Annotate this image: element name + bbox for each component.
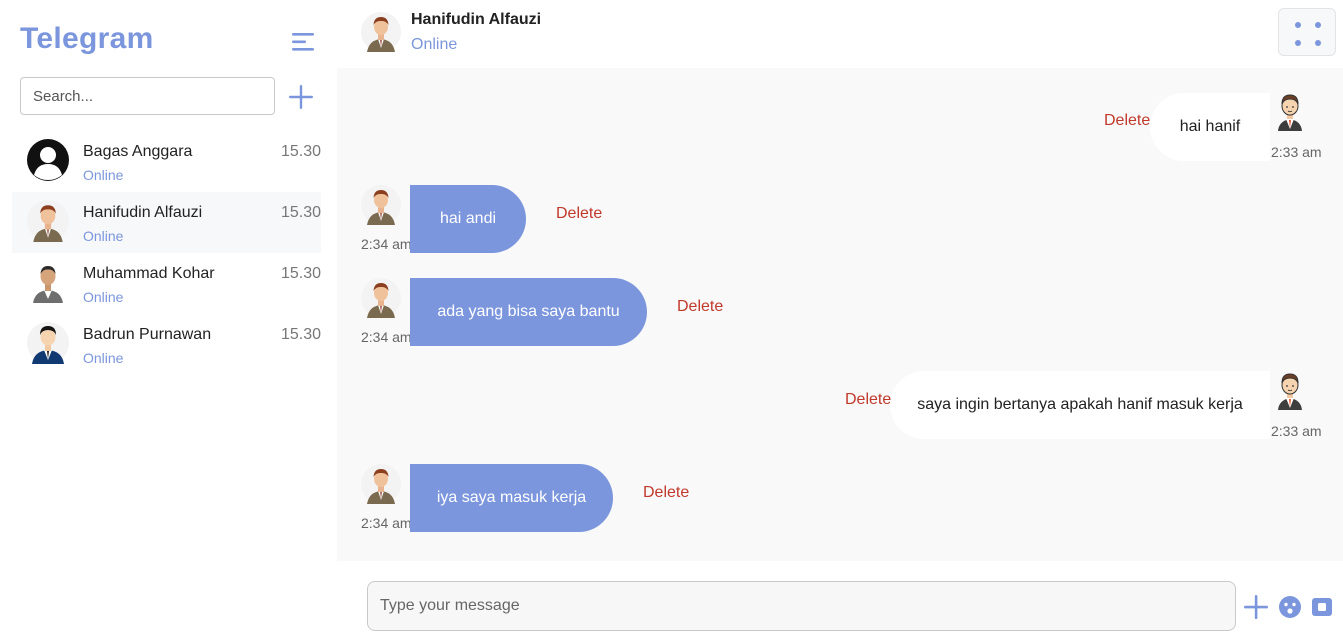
emoji-icon[interactable]: [1278, 595, 1302, 619]
sender-avatar: [1270, 91, 1310, 131]
man-avatar: [27, 261, 69, 303]
message-input[interactable]: [367, 581, 1236, 631]
man-blue-suit-avatar: [27, 322, 69, 364]
sender-avatar: [1270, 370, 1310, 410]
contact-time: 15.30: [280, 265, 321, 282]
camera-icon[interactable]: [1310, 595, 1334, 619]
contact-name: Hanifudin Alfauzi: [83, 204, 203, 221]
add-chat-plus-icon[interactable]: [288, 84, 314, 110]
contact-item[interactable]: Bagas Anggara Online 15.30: [12, 131, 321, 192]
contact-name: Badrun Purnawan: [83, 326, 212, 343]
incoming-message-bubble: hai andi: [410, 185, 526, 253]
incoming-message-bubble: ada yang bisa saya bantu: [410, 278, 647, 346]
delete-message-link[interactable]: Delete: [1104, 112, 1150, 130]
contact-time: 15.30: [280, 143, 321, 160]
search-input[interactable]: [20, 77, 275, 115]
outgoing-message-bubble: saya ingin bertanya apakah hanif masuk k…: [890, 371, 1270, 439]
default-user-icon: [27, 139, 69, 181]
contact-item[interactable]: Hanifudin Alfauzi Online 15.30: [12, 192, 321, 253]
delete-message-link[interactable]: Delete: [677, 298, 723, 316]
sender-avatar: [361, 278, 401, 318]
sender-avatar: [361, 185, 401, 225]
delete-message-link[interactable]: Delete: [556, 205, 602, 223]
delete-message-link[interactable]: Delete: [845, 391, 891, 409]
hamburger-menu-icon[interactable]: [290, 30, 316, 54]
contact-time: 15.30: [280, 204, 321, 221]
outgoing-message-bubble: hai hanif: [1150, 93, 1270, 161]
message-area: Delete hai hanif 2:33 am 2:34 am hai and…: [337, 68, 1343, 561]
message-composer: [337, 561, 1343, 641]
contact-name: Muhammad Kohar: [83, 265, 215, 282]
sender-avatar: [361, 464, 401, 504]
man-suit-avatar: [27, 200, 69, 242]
more-options-button[interactable]: [1278, 8, 1336, 56]
message-time: 2:33 am: [1271, 144, 1322, 160]
message-time: 2:34 am: [361, 515, 412, 531]
contact-status: Online: [83, 350, 124, 366]
contact-avatar[interactable]: [361, 12, 401, 52]
chat-contact-name: Hanifudin Alfauzi: [411, 11, 542, 28]
app-title: Telegram: [20, 22, 154, 55]
contact-item[interactable]: Muhammad Kohar Online 15.30: [12, 253, 321, 314]
contact-item[interactable]: Badrun Purnawan Online 15.30: [12, 314, 321, 375]
contact-name: Bagas Anggara: [83, 143, 193, 160]
contact-status: Online: [83, 167, 124, 183]
message-time: 2:34 am: [361, 236, 412, 252]
chat-header: Hanifudin Alfauzi Online: [337, 0, 1343, 68]
chat-contact-status: Online: [411, 36, 458, 53]
message-time: 2:34 am: [361, 329, 412, 345]
sidebar: Telegram Bagas Anggara Online 15.30 Hani…: [0, 0, 337, 641]
incoming-message-bubble: iya saya masuk kerja: [410, 464, 613, 532]
contact-status: Online: [83, 289, 124, 305]
contact-list: Bagas Anggara Online 15.30 Hanifudin Alf…: [12, 131, 321, 375]
contact-status: Online: [83, 228, 124, 244]
four-dots-icon: [1295, 22, 1321, 46]
delete-message-link[interactable]: Delete: [643, 484, 689, 502]
message-time: 2:33 am: [1271, 423, 1322, 439]
contact-time: 15.30: [280, 326, 321, 343]
plus-icon[interactable]: [1244, 595, 1268, 619]
